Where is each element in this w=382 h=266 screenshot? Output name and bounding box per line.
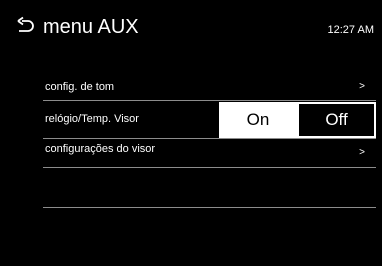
clock: 12:27 AM: [327, 24, 374, 36]
menu-item-label: config. de tom: [45, 81, 115, 93]
menu-item-clock-display: relógio/Temp. Visor On Off: [43, 101, 376, 139]
toggle-off-button[interactable]: Off: [297, 102, 376, 138]
page-title: menu AUX: [43, 16, 139, 38]
return-arrow-icon: [17, 16, 34, 32]
back-button[interactable]: [14, 16, 36, 38]
header-bar: menu AUX 12:27 AM: [0, 0, 382, 60]
menu-item-tone-config[interactable]: config. de tom >: [43, 70, 376, 101]
chevron-right-icon: >: [359, 81, 365, 92]
chevron-right-icon: >: [359, 147, 365, 158]
menu-item-empty: [43, 168, 376, 208]
menu-item-label: configurações do visor: [45, 143, 156, 155]
menu-item-label: relógio/Temp. Visor: [45, 113, 139, 125]
menu-list: config. de tom > relógio/Temp. Visor On …: [43, 70, 376, 208]
menu-item-display-settings[interactable]: configurações do visor >: [43, 139, 376, 168]
clock-display-toggle: On Off: [219, 102, 376, 138]
toggle-on-button[interactable]: On: [219, 102, 297, 138]
